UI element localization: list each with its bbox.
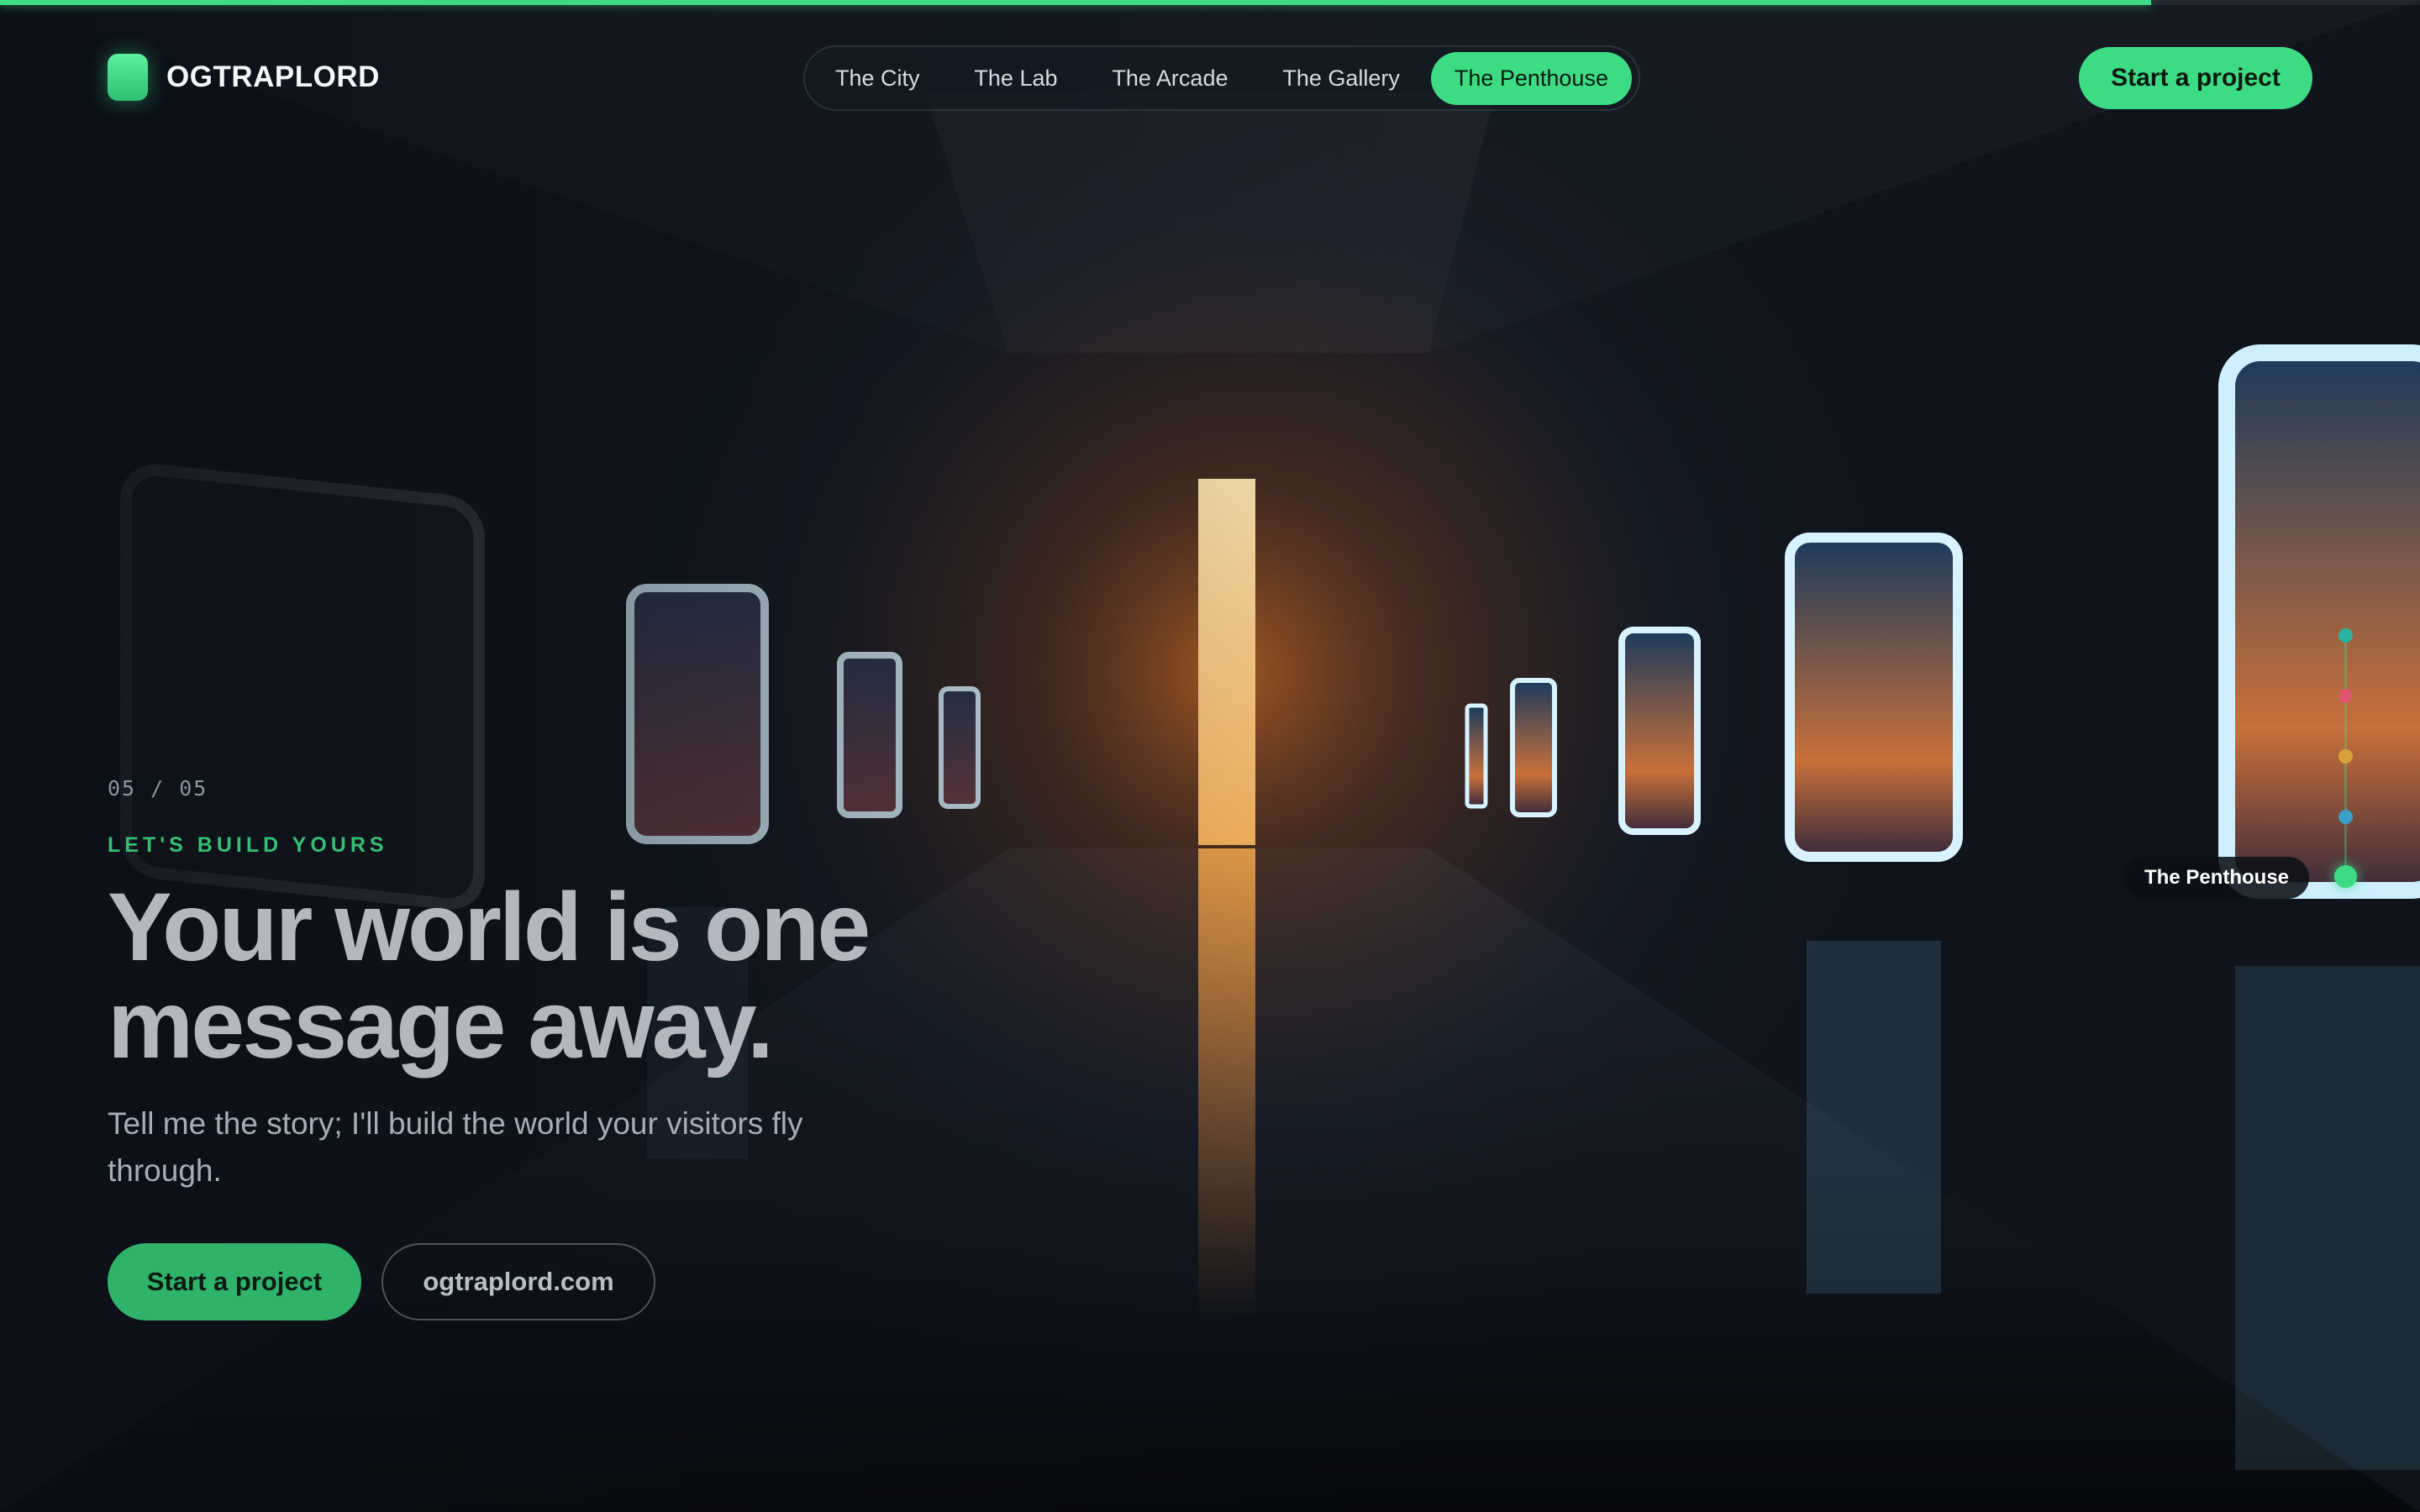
nav-item-the-arcade[interactable]: The Arcade: [1088, 52, 1251, 105]
scene-counter: 05 / 05: [108, 776, 208, 801]
scroll-progress-fill: [0, 0, 2152, 5]
hero-subtext: Tell me the story; I'll build the world …: [108, 1106, 803, 1188]
nav-item-the-lab[interactable]: The Lab: [950, 52, 1081, 105]
brand-logo[interactable]: OGTRAPLORD: [108, 54, 380, 101]
rail-dot-the-arcade[interactable]: [2338, 749, 2353, 764]
hero-eyebrow: LET'S BUILD YOURS: [108, 833, 388, 857]
hero-headline: Your world is one message away.: [108, 874, 871, 1079]
start-project-button[interactable]: Start a project: [108, 1243, 361, 1320]
website-link-button[interactable]: ogtraplord.com: [381, 1243, 655, 1320]
scroll-progress-track: [0, 0, 2420, 5]
logo-mark-icon: [108, 54, 148, 101]
hallway-background-scene: [0, 0, 2420, 1512]
scene-nav: The City The Lab The Arcade The Gallery …: [803, 45, 1640, 111]
nav-item-the-gallery[interactable]: The Gallery: [1259, 52, 1423, 105]
rail-dot-the-city[interactable]: [2338, 628, 2353, 643]
rail-dot-the-lab[interactable]: [2338, 689, 2353, 703]
header-start-project-button[interactable]: Start a project: [2079, 47, 2312, 109]
rail-dot-the-penthouse[interactable]: [2334, 865, 2357, 888]
rail-dot-the-gallery[interactable]: [2338, 810, 2353, 824]
nav-item-the-penthouse[interactable]: The Penthouse: [1430, 51, 1632, 105]
brand-name: OGTRAPLORD: [166, 60, 380, 93]
rail-current-label: The Penthouse: [2124, 857, 2310, 899]
nav-item-the-city[interactable]: The City: [812, 52, 944, 105]
